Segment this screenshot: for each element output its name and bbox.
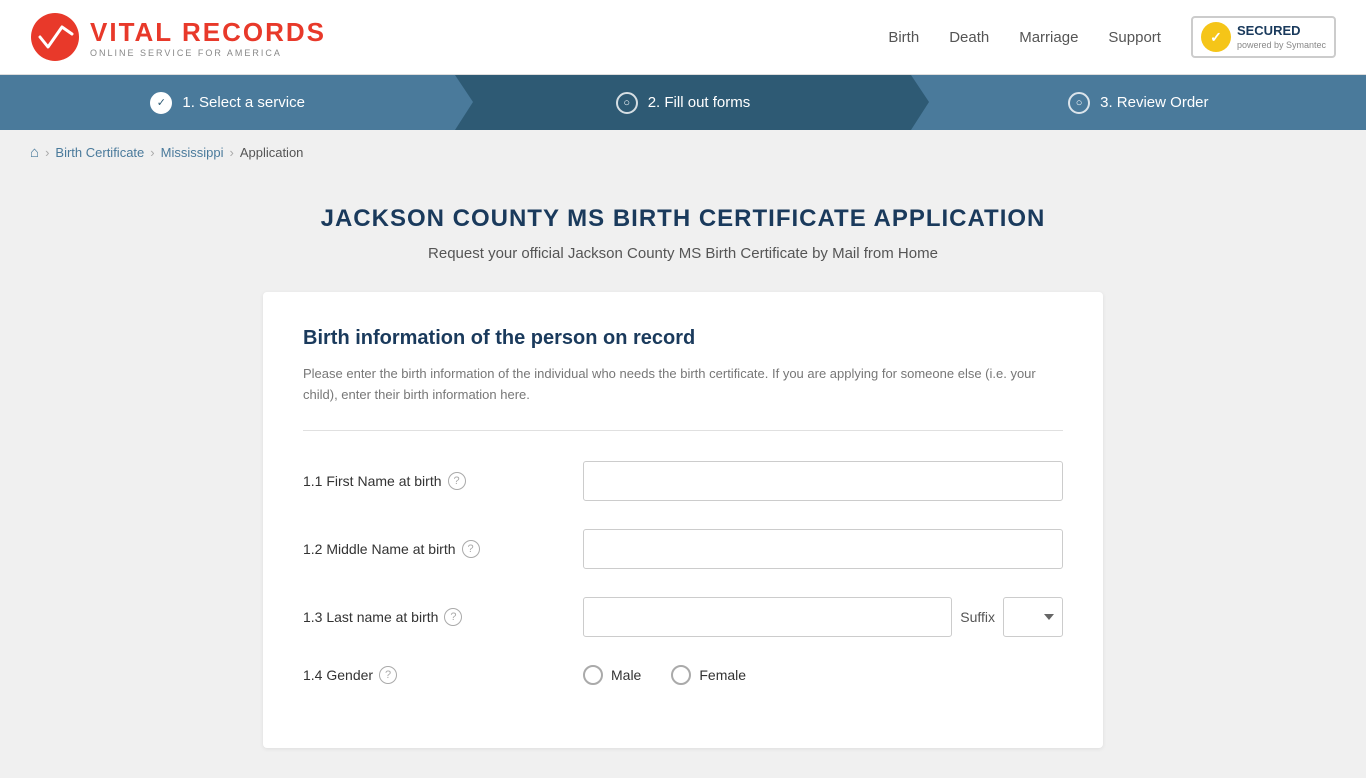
breadcrumb-sep3: › [229, 145, 233, 160]
progress-step-2[interactable]: ○ 2. Fill out forms [455, 75, 910, 130]
gender-male-label: Male [611, 667, 641, 683]
main-nav: Birth Death Marriage Support ✓ SECURED p… [888, 16, 1336, 58]
step3-label: 3. Review Order [1100, 94, 1208, 111]
progress-step-1[interactable]: ✓ 1. Select a service [0, 75, 455, 130]
last-name-input[interactable] [583, 597, 952, 637]
field-label-1-3: 1.3 Last name at birth ? [303, 608, 583, 626]
step3-icon: ○ [1068, 92, 1090, 114]
progress-step-3[interactable]: ○ 3. Review Order [911, 75, 1366, 130]
form-card: Birth information of the person on recor… [263, 292, 1103, 748]
step2-label: 2. Fill out forms [648, 94, 751, 111]
gender-male-radio[interactable] [583, 665, 603, 685]
progress-bar: ✓ 1. Select a service ○ 2. Fill out form… [0, 75, 1366, 130]
first-name-input[interactable] [583, 461, 1063, 501]
help-icon-1-1[interactable]: ? [448, 472, 466, 490]
norton-badge: ✓ SECURED powered by Symantec [1191, 16, 1336, 58]
middle-name-input[interactable] [583, 529, 1063, 569]
field-label-1-1: 1.1 First Name at birth ? [303, 472, 583, 490]
form-section-desc: Please enter the birth information of th… [303, 364, 1063, 406]
help-icon-1-3[interactable]: ? [444, 608, 462, 626]
logo-subtitle: ONLINE SERVICE FOR AMERICA [90, 48, 326, 58]
step2-icon: ○ [616, 92, 638, 114]
breadcrumb-state[interactable]: Mississippi [161, 145, 224, 160]
nav-death[interactable]: Death [949, 29, 989, 46]
help-icon-1-4[interactable]: ? [379, 666, 397, 684]
breadcrumb-sep1: › [45, 145, 49, 160]
norton-text: SECURED powered by Symantec [1237, 23, 1326, 52]
field-label-1-4: 1.4 Gender ? [303, 666, 583, 684]
logo-text: VITAL RECORDS ONLINE SERVICE FOR AMERICA [90, 17, 326, 58]
logo-vital-span: VITAL [90, 17, 173, 47]
main-content: JACKSON COUNTY MS BIRTH CERTIFICATE APPL… [243, 175, 1123, 778]
logo-icon [30, 12, 80, 62]
breadcrumb-sep2: › [150, 145, 154, 160]
field-input-area-1-1 [583, 461, 1063, 501]
field-row-1-4: 1.4 Gender ? Male Female [303, 665, 1063, 685]
field-row-1-3: 1.3 Last name at birth ? Suffix Jr. Sr. … [303, 597, 1063, 637]
norton-check-icon: ✓ [1201, 22, 1231, 52]
field-label-1-2: 1.2 Middle Name at birth ? [303, 540, 583, 558]
step1-icon: ✓ [150, 92, 172, 114]
nav-birth[interactable]: Birth [888, 29, 919, 46]
field-input-area-1-3: Suffix Jr. Sr. II III IV [583, 597, 1063, 637]
logo-records-span: RECORDS [182, 17, 326, 47]
breadcrumb-current: Application [240, 145, 304, 160]
breadcrumb-birth-certificate[interactable]: Birth Certificate [55, 145, 144, 160]
field-row-1-2: 1.2 Middle Name at birth ? [303, 529, 1063, 569]
page-subtitle: Request your official Jackson County MS … [263, 245, 1103, 262]
gender-female-radio[interactable] [671, 665, 691, 685]
gender-female-label: Female [699, 667, 746, 683]
nav-marriage[interactable]: Marriage [1019, 29, 1078, 46]
breadcrumb: ⌂ › Birth Certificate › Mississippi › Ap… [0, 130, 1366, 175]
step1-label: 1. Select a service [182, 94, 305, 111]
page-title: JACKSON COUNTY MS BIRTH CERTIFICATE APPL… [263, 205, 1103, 233]
gender-male-option[interactable]: Male [583, 665, 641, 685]
logo: VITAL RECORDS ONLINE SERVICE FOR AMERICA [30, 12, 326, 62]
suffix-label: Suffix [960, 609, 995, 625]
gender-options: Male Female [583, 665, 1063, 685]
suffix-select[interactable]: Jr. Sr. II III IV [1003, 597, 1063, 637]
field-input-area-1-2 [583, 529, 1063, 569]
form-section-title: Birth information of the person on recor… [303, 327, 1063, 350]
form-divider [303, 430, 1063, 431]
field-row-1-1: 1.1 First Name at birth ? [303, 461, 1063, 501]
nav-support[interactable]: Support [1108, 29, 1161, 46]
help-icon-1-2[interactable]: ? [462, 540, 480, 558]
site-header: VITAL RECORDS ONLINE SERVICE FOR AMERICA… [0, 0, 1366, 75]
home-icon[interactable]: ⌂ [30, 144, 39, 161]
gender-female-option[interactable]: Female [671, 665, 746, 685]
